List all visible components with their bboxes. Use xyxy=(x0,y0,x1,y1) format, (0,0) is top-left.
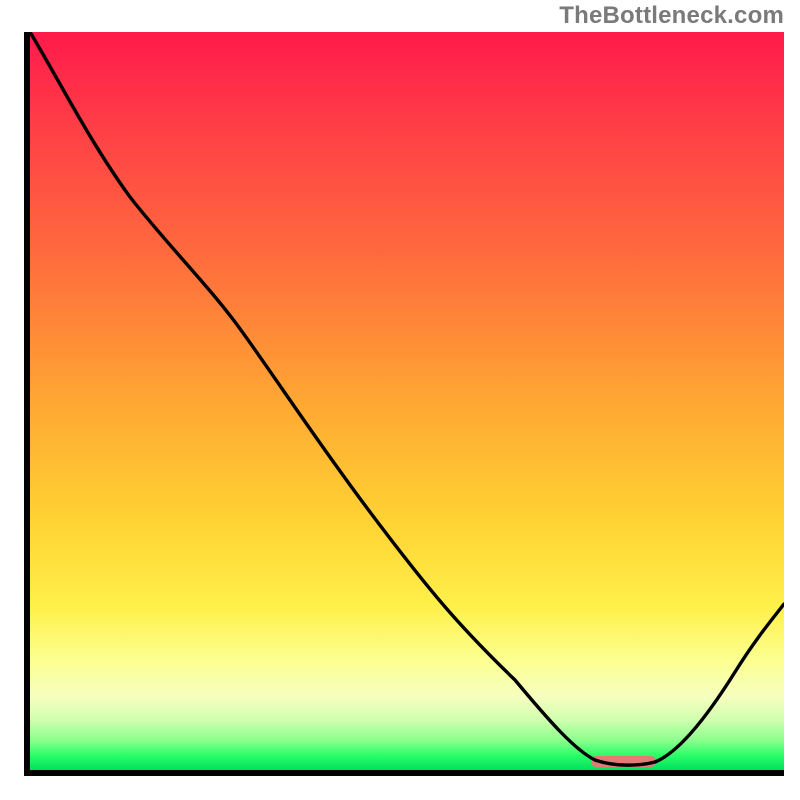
bottleneck-curve xyxy=(30,32,784,765)
chart-svg xyxy=(30,32,784,770)
watermark-label: TheBottleneck.com xyxy=(559,2,784,30)
chart-container: TheBottleneck.com xyxy=(0,0,800,800)
plot-area xyxy=(30,32,784,770)
